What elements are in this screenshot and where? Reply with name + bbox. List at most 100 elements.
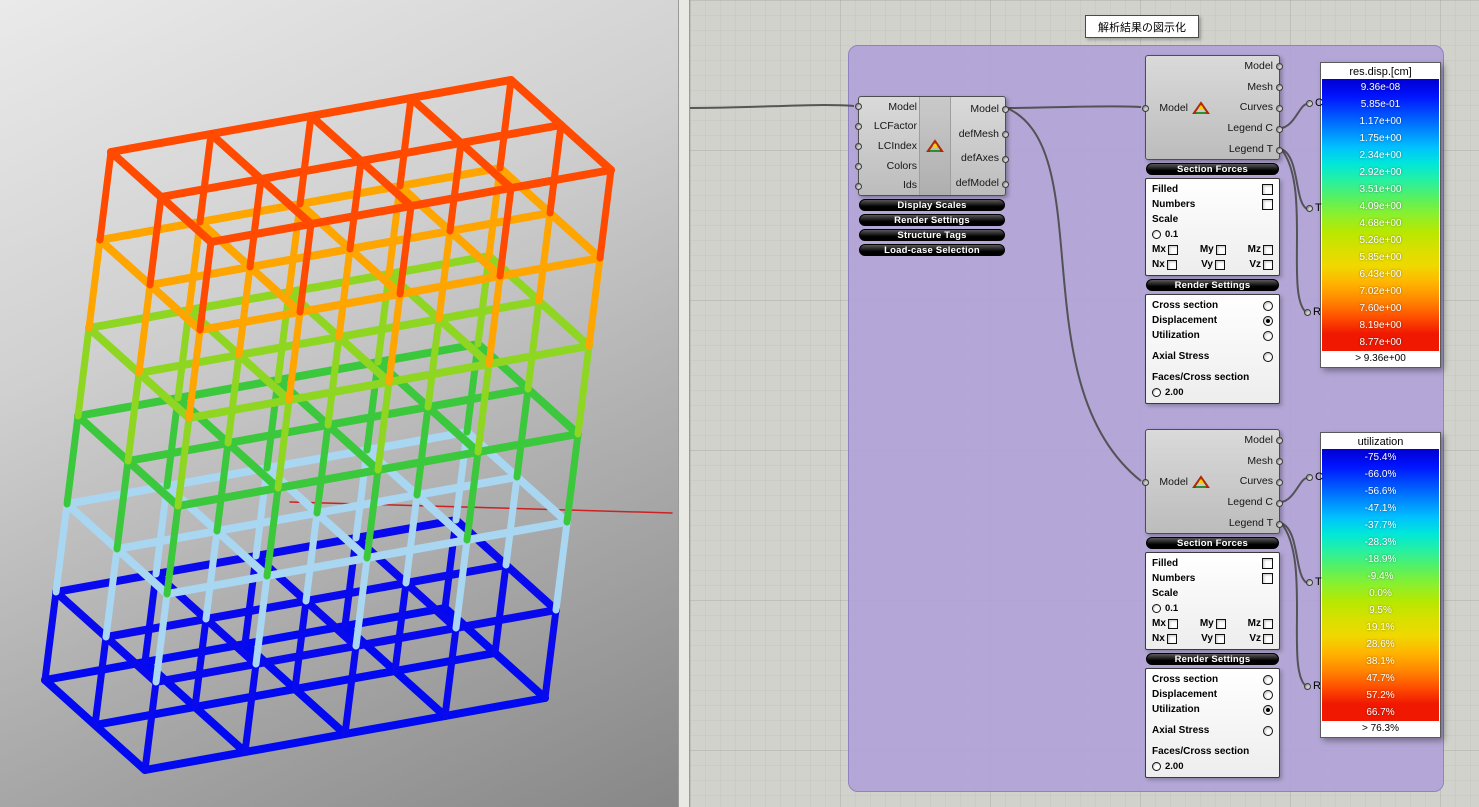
vz-pair: Vz (1249, 259, 1273, 270)
stub-grip[interactable] (1304, 308, 1311, 316)
faces-slider-knob[interactable] (1152, 388, 1161, 397)
input-label-ids: Ids (902, 179, 917, 192)
stub-grip[interactable] (1306, 578, 1313, 586)
legend-row: -28.3% (1322, 534, 1439, 551)
legend-value: 9.36e-08 (1360, 82, 1401, 93)
output-grip-model[interactable] (1002, 106, 1009, 113)
legend-row: 9.36e-08 (1322, 79, 1439, 96)
input-grip-lcindex[interactable] (855, 143, 862, 150)
scale-slider-knob[interactable] (1152, 230, 1161, 239)
beamview-component-displacement[interactable]: Model Model Mesh Curves Legend C Legend … (1142, 55, 1283, 404)
stub-label: T (1315, 576, 1322, 588)
output-grip-curves[interactable] (1276, 479, 1283, 486)
grasshopper-canvas[interactable]: 解析結果の図示化 Model LCFactor LCIndex Colors I… (690, 0, 1479, 807)
output-grip-defaxes[interactable] (1002, 156, 1009, 163)
nx-checkbox[interactable] (1166, 259, 1177, 270)
legend-panel-displacement[interactable]: res.disp.[cm] 9.36e-08 5.85e-01 1.17e+00 1.… (1320, 62, 1441, 368)
input-label-model: Model (888, 100, 917, 113)
faces-value: 2.00 (1165, 387, 1184, 398)
input-grip-ids[interactable] (855, 183, 862, 190)
output-grip-defmodel[interactable] (1002, 181, 1009, 188)
output-grip-legend-t[interactable] (1276, 147, 1283, 154)
mx-checkbox[interactable] (1167, 244, 1178, 255)
option-radio-cross-section[interactable] (1263, 674, 1273, 685)
legend-value: 7.02e+00 (1359, 286, 1402, 297)
output-grip-mesh[interactable] (1276, 458, 1283, 465)
modelview-body[interactable]: Model LCFactor LCIndex Colors Ids Model … (855, 96, 1009, 196)
option-radio-axial-stress[interactable] (1263, 725, 1273, 736)
stub-t-2[interactable]: T (1306, 576, 1322, 588)
my-checkbox[interactable] (1215, 618, 1226, 629)
mx-checkbox[interactable] (1167, 618, 1178, 629)
output-grip-legend-c[interactable] (1276, 126, 1283, 133)
legend-row: -47.1% (1322, 500, 1439, 517)
nx-checkbox[interactable] (1166, 633, 1177, 644)
option-radio-displacement[interactable] (1263, 689, 1273, 700)
faces-slider-knob[interactable] (1152, 762, 1161, 771)
scale-slider-knob[interactable] (1152, 604, 1161, 613)
numbers-checkbox[interactable] (1262, 573, 1273, 584)
scale-value: 0.1 (1165, 603, 1179, 614)
legend-row: 6.43e+00 (1322, 266, 1439, 283)
input-grip-lcfactor[interactable] (855, 123, 862, 130)
vz-checkbox[interactable] (1263, 633, 1273, 644)
filled-checkbox[interactable] (1262, 558, 1273, 569)
stub-c-2[interactable]: C (1306, 471, 1323, 483)
scale-slider-row: 0.1 (1146, 601, 1279, 616)
rhino-viewport[interactable] (0, 0, 678, 807)
my-checkbox[interactable] (1215, 244, 1226, 255)
structure-tags-bar[interactable]: Structure Tags (859, 229, 1005, 241)
output-grip-curves[interactable] (1276, 105, 1283, 112)
stub-label: C (1315, 97, 1323, 109)
output-grip-legend-c[interactable] (1276, 500, 1283, 507)
mz-label: Mz (1247, 244, 1261, 255)
vy-checkbox[interactable] (1215, 633, 1225, 644)
option-radio-cross-section[interactable] (1263, 300, 1273, 311)
structure-3d-view[interactable] (0, 0, 678, 807)
beamview-body[interactable]: Model Model Mesh Curves Legend C Legend … (1142, 429, 1283, 534)
option-radio-displacement[interactable] (1263, 315, 1273, 326)
render-settings-bar[interactable]: Render Settings (859, 214, 1005, 226)
render-settings-bar[interactable]: Render Settings (1146, 279, 1279, 291)
input-grip-colors[interactable] (855, 163, 862, 170)
stub-r-1[interactable]: R (1304, 306, 1321, 318)
section-forces-bar[interactable]: Section Forces (1146, 537, 1279, 549)
stub-grip[interactable] (1306, 204, 1313, 212)
pane-divider[interactable] (678, 0, 690, 807)
vy-checkbox[interactable] (1215, 259, 1225, 270)
mz-checkbox[interactable] (1263, 618, 1273, 629)
output-grip-model[interactable] (1276, 63, 1283, 70)
filled-checkbox[interactable] (1262, 184, 1273, 195)
option-radio-utilization[interactable] (1263, 330, 1273, 341)
output-grip-mesh[interactable] (1276, 84, 1283, 91)
mz-checkbox[interactable] (1263, 244, 1273, 255)
stub-t-1[interactable]: T (1306, 202, 1322, 214)
output-grip-legend-t[interactable] (1276, 521, 1283, 528)
nx-label: Nx (1152, 259, 1165, 270)
stub-grip[interactable] (1306, 99, 1313, 107)
output-grip-defmesh[interactable] (1002, 131, 1009, 138)
stub-r-2[interactable]: R (1304, 680, 1321, 692)
beam-member (507, 76, 615, 174)
output-grip-model[interactable] (1276, 437, 1283, 444)
load-case-selection-bar[interactable]: Load-case Selection (859, 244, 1005, 256)
vz-checkbox[interactable] (1263, 259, 1273, 270)
stub-c-1[interactable]: C (1306, 97, 1323, 109)
legend-panel-utilization[interactable]: utilization -75.4% -66.0% -56.6% -47.1% -37.… (1320, 432, 1441, 738)
modelview-component[interactable]: Model LCFactor LCIndex Colors Ids Model … (855, 96, 1009, 256)
numbers-checkbox[interactable] (1262, 199, 1273, 210)
display-scales-bar[interactable]: Display Scales (859, 199, 1005, 211)
stub-grip[interactable] (1306, 473, 1313, 481)
input-grip-model[interactable] (855, 103, 862, 110)
beamview-body[interactable]: Model Model Mesh Curves Legend C Legend … (1142, 55, 1283, 160)
input-grip-model[interactable] (1142, 105, 1149, 112)
render-settings-bar[interactable]: Render Settings (1146, 653, 1279, 665)
section-forces-bar[interactable]: Section Forces (1146, 163, 1279, 175)
beamview-component-utilization[interactable]: Model Model Mesh Curves Legend C Legend … (1142, 429, 1283, 778)
option-radio-axial-stress[interactable] (1263, 351, 1273, 362)
option-radio-utilization[interactable] (1263, 704, 1273, 715)
stub-grip[interactable] (1304, 682, 1311, 690)
vy-label: Vy (1201, 259, 1213, 270)
beamview-outputs: Model Mesh Curves Legend C Legend T (1214, 430, 1279, 533)
input-grip-model[interactable] (1142, 479, 1149, 486)
